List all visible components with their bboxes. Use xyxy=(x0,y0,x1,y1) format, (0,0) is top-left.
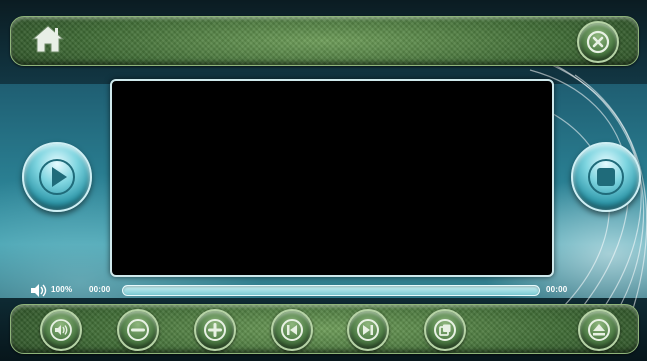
home-button[interactable] xyxy=(30,22,66,56)
top-bar xyxy=(10,16,639,66)
minus-icon xyxy=(127,319,149,341)
next-button[interactable] xyxy=(347,309,389,351)
home-icon xyxy=(31,25,65,53)
eject-button[interactable] xyxy=(578,309,620,351)
previous-button[interactable] xyxy=(271,309,313,351)
play-icon xyxy=(39,159,75,195)
fullscreen-button[interactable] xyxy=(424,309,466,351)
close-icon xyxy=(586,30,610,54)
eject-icon xyxy=(588,319,610,341)
volume-down-button[interactable] xyxy=(117,309,159,351)
stop-icon xyxy=(588,159,624,195)
plus-icon xyxy=(204,319,226,341)
skip-forward-icon xyxy=(357,319,379,341)
volume-icon[interactable] xyxy=(31,284,49,297)
elapsed-time: 00:00 xyxy=(89,285,111,294)
close-button[interactable] xyxy=(577,21,619,63)
media-player: 100% 00:00 00:00 xyxy=(0,0,647,361)
play-button[interactable] xyxy=(22,142,92,212)
stop-button[interactable] xyxy=(571,142,641,212)
progress-row: 100% 00:00 00:00 xyxy=(0,282,647,298)
skip-back-icon xyxy=(281,319,303,341)
bottom-control-bar xyxy=(10,304,639,354)
total-time: 00:00 xyxy=(546,285,568,294)
volume-level: 100% xyxy=(51,285,73,294)
progress-slider[interactable] xyxy=(122,285,540,296)
mute-icon xyxy=(50,319,72,341)
video-display[interactable] xyxy=(110,79,554,277)
mute-button[interactable] xyxy=(40,309,82,351)
window-icon xyxy=(434,319,456,341)
volume-up-button[interactable] xyxy=(194,309,236,351)
